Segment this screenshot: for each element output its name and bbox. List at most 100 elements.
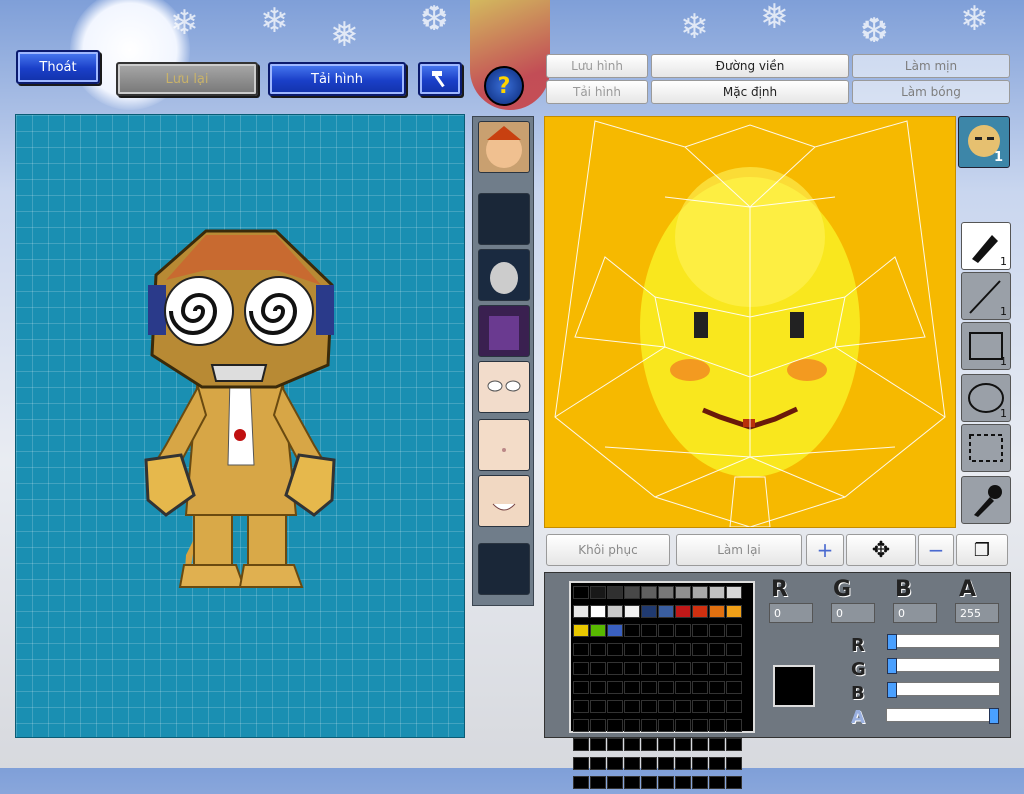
a-slider[interactable]: [886, 708, 1000, 724]
palette-swatch[interactable]: [675, 776, 691, 789]
palette-swatch[interactable]: [624, 719, 640, 732]
palette-swatch[interactable]: [573, 700, 589, 713]
eyedropper-tool-button[interactable]: [961, 476, 1011, 524]
palette-swatch[interactable]: [658, 662, 674, 675]
palette-swatch[interactable]: [590, 605, 606, 618]
save-button[interactable]: Lưu lại: [116, 62, 258, 96]
palette-swatch[interactable]: [709, 643, 725, 656]
palette-swatch[interactable]: [590, 643, 606, 656]
palette-swatch[interactable]: [624, 738, 640, 751]
palette-swatch[interactable]: [709, 586, 725, 599]
palette-swatch[interactable]: [624, 643, 640, 656]
palette-swatch[interactable]: [675, 700, 691, 713]
palette-swatch[interactable]: [726, 776, 742, 789]
palette-swatch[interactable]: [658, 700, 674, 713]
palette-swatch[interactable]: [607, 700, 623, 713]
palette-swatch[interactable]: [692, 700, 708, 713]
palette-swatch[interactable]: [641, 643, 657, 656]
palette-swatch[interactable]: [590, 700, 606, 713]
palette-swatch[interactable]: [726, 738, 742, 751]
palette-swatch[interactable]: [624, 700, 640, 713]
palette-swatch[interactable]: [607, 586, 623, 599]
palette-swatch[interactable]: [675, 624, 691, 637]
palette-swatch[interactable]: [607, 738, 623, 751]
outline-button[interactable]: Đường viền: [651, 54, 849, 78]
palette-swatch[interactable]: [692, 719, 708, 732]
palette-swatch[interactable]: [607, 605, 623, 618]
palette-swatch[interactable]: [624, 662, 640, 675]
palette-swatch[interactable]: [624, 605, 640, 618]
zoom-in-button[interactable]: +: [806, 534, 844, 566]
b-slider-handle[interactable]: [887, 682, 897, 698]
palette-swatch[interactable]: [709, 624, 725, 637]
b-slider[interactable]: [886, 682, 1000, 698]
r-slider[interactable]: [886, 634, 1000, 650]
palette-swatch[interactable]: [709, 605, 725, 618]
palette-swatch[interactable]: [590, 757, 606, 770]
palette-swatch[interactable]: [624, 681, 640, 694]
g-slider-handle[interactable]: [887, 658, 897, 674]
hammer-button[interactable]: [418, 62, 462, 96]
palette-swatch[interactable]: [726, 605, 742, 618]
palette-swatch[interactable]: [658, 605, 674, 618]
palette-swatch[interactable]: [709, 719, 725, 732]
part-thumb-belly[interactable]: [478, 419, 530, 471]
character-preview-canvas[interactable]: [15, 114, 465, 738]
r-value-field[interactable]: 0: [769, 603, 813, 623]
palette-swatch[interactable]: [624, 776, 640, 789]
palette-swatch[interactable]: [709, 662, 725, 675]
layer-button[interactable]: ❐: [956, 534, 1008, 566]
line-tool-button[interactable]: 1: [961, 272, 1011, 320]
palette-swatch[interactable]: [726, 700, 742, 713]
smooth-button[interactable]: Làm mịn: [852, 54, 1010, 78]
palette-swatch[interactable]: [726, 624, 742, 637]
palette-swatch[interactable]: [675, 605, 691, 618]
palette-swatch[interactable]: [726, 719, 742, 732]
palette-swatch[interactable]: [692, 624, 708, 637]
palette-swatch[interactable]: [658, 757, 674, 770]
palette-swatch[interactable]: [573, 643, 589, 656]
palette-swatch[interactable]: [658, 586, 674, 599]
palette-swatch[interactable]: [692, 681, 708, 694]
a-slider-handle[interactable]: [989, 708, 999, 724]
g-value-field[interactable]: 0: [831, 603, 875, 623]
palette-swatch[interactable]: [675, 738, 691, 751]
selection-tool-button[interactable]: [961, 424, 1011, 472]
palette-swatch[interactable]: [641, 662, 657, 675]
palette-swatch[interactable]: [590, 738, 606, 751]
palette-swatch[interactable]: [692, 605, 708, 618]
palette-swatch[interactable]: [692, 586, 708, 599]
palette-swatch[interactable]: [692, 662, 708, 675]
palette-swatch[interactable]: [692, 757, 708, 770]
palette-swatch[interactable]: [624, 624, 640, 637]
palette-swatch[interactable]: [573, 605, 589, 618]
palette-swatch[interactable]: [607, 643, 623, 656]
palette-swatch[interactable]: [641, 738, 657, 751]
palette-swatch[interactable]: [709, 738, 725, 751]
palette-swatch[interactable]: [573, 662, 589, 675]
palette-swatch[interactable]: [590, 586, 606, 599]
palette-swatch[interactable]: [692, 643, 708, 656]
load-image-button[interactable]: Tải hình: [546, 80, 648, 104]
palette-swatch[interactable]: [624, 586, 640, 599]
palette-swatch[interactable]: [658, 776, 674, 789]
ellipse-tool-button[interactable]: 1: [961, 374, 1011, 422]
move-button[interactable]: ✥: [846, 534, 916, 566]
palette-swatch[interactable]: [607, 681, 623, 694]
pen-tool-button[interactable]: 1: [961, 222, 1011, 270]
part-thumb-bird[interactable]: [478, 249, 530, 301]
palette-swatch[interactable]: [641, 719, 657, 732]
palette-swatch[interactable]: [641, 681, 657, 694]
palette-swatch[interactable]: [726, 662, 742, 675]
palette-swatch[interactable]: [692, 776, 708, 789]
palette-swatch[interactable]: [624, 757, 640, 770]
palette-swatch[interactable]: [675, 719, 691, 732]
palette-swatch[interactable]: [675, 757, 691, 770]
save-image-button[interactable]: Lưu hình: [546, 54, 648, 78]
palette-swatch[interactable]: [709, 700, 725, 713]
palette-swatch[interactable]: [709, 681, 725, 694]
default-button[interactable]: Mặc định: [651, 80, 849, 104]
palette-swatch[interactable]: [573, 776, 589, 789]
palette-swatch[interactable]: [590, 662, 606, 675]
palette-swatch[interactable]: [726, 586, 742, 599]
